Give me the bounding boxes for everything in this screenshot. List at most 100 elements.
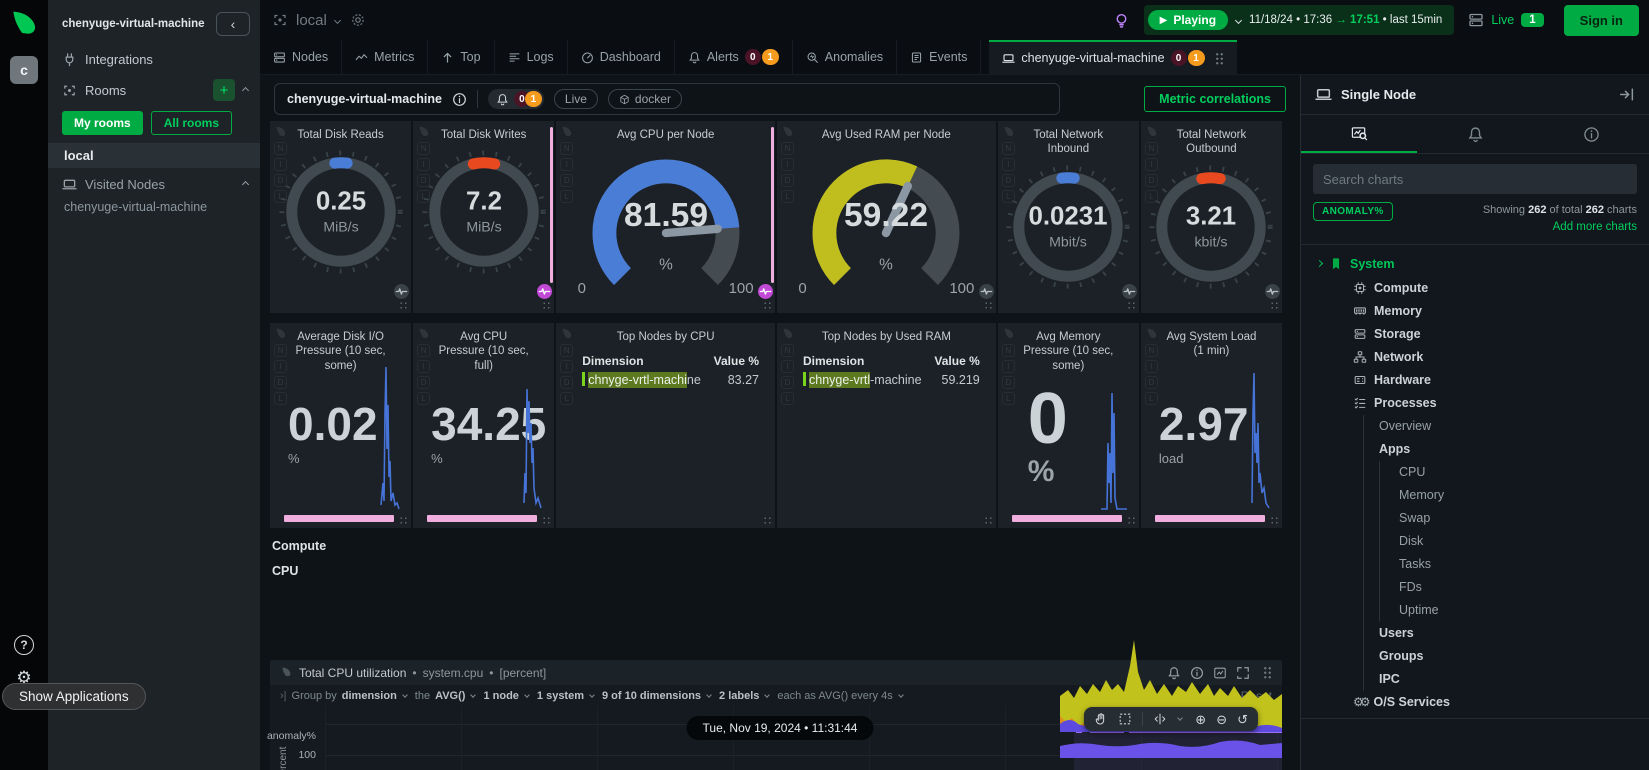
resize-handle-icon[interactable] <box>983 301 993 310</box>
each-as-dropdown[interactable]: each as AVG() every 4s <box>777 690 892 702</box>
node-alerts-pill[interactable]: 0 1 <box>487 89 544 109</box>
time-controls[interactable]: ▶ Playing 11/18/24 • 17:36 → 17:51 • las… <box>1143 5 1455 35</box>
resize-handle-icon[interactable] <box>399 301 409 310</box>
tree-item-overview[interactable]: Overview <box>1363 415 1649 438</box>
chart-card-avg-ram[interactable]: NIDL Avg Used RAM per Node 59.22 % 0 100 <box>777 121 996 313</box>
ring-gauge[interactable]: 0.0231 Mbit/s <box>1004 163 1132 291</box>
room-selector[interactable]: local <box>272 12 341 29</box>
chart-card-cpu-pressure[interactable]: NIDL Avg CPU Pressure (10 sec, full) 34.… <box>413 323 555 528</box>
aggregation-dropdown[interactable]: AVG() <box>435 690 465 702</box>
chart-card-network-outbound[interactable]: NIDL Total Network Outbound 3.21 kbit/s <box>1140 121 1282 313</box>
ring-gauge[interactable]: 0.25 MiB/s <box>277 148 405 276</box>
all-rooms-button[interactable]: All rooms <box>150 111 233 135</box>
help-icon[interactable]: ? <box>14 635 34 655</box>
tree-item-groups[interactable]: Groups <box>1363 645 1649 668</box>
nodes-dropdown[interactable]: 1 node <box>483 690 518 702</box>
sidebar-item-integrations[interactable]: Integrations <box>48 46 260 73</box>
cpu-utilization-chart[interactable]: Total CPU utilization • system.cpu • [pe… <box>267 640 1282 770</box>
my-rooms-button[interactable]: My rooms <box>62 111 143 135</box>
tab-dashboard[interactable]: Dashboard <box>568 40 675 74</box>
collapse-panel-icon[interactable] <box>1618 86 1635 103</box>
tree-item-apps-cpu[interactable]: CPU <box>1379 461 1649 484</box>
visited-node-item[interactable]: chenyuge-virtual-machine <box>48 196 260 218</box>
sign-in-button[interactable]: Sign in <box>1563 4 1639 36</box>
tree-item-system[interactable]: System <box>1301 251 1649 277</box>
tree-item-os-services[interactable]: ⚙⚙ O/S Services <box>1301 691 1649 714</box>
chart-card-memory-pressure[interactable]: NIDL Avg Memory Pressure (10 sec, some) … <box>997 323 1139 528</box>
tree-item-apps-disk[interactable]: Disk <box>1379 530 1649 553</box>
tree-item-compute[interactable]: Compute <box>1301 277 1649 300</box>
resize-handle-icon[interactable] <box>983 516 993 525</box>
zoom-in-icon[interactable]: ⊕ <box>1195 713 1206 726</box>
tab-metrics[interactable]: Metrics <box>342 40 429 74</box>
tab-nodes[interactable]: Nodes <box>260 40 343 74</box>
anomaly-rate-icon[interactable] <box>394 284 410 299</box>
chart-card-system-load[interactable]: NIDL Avg System Load (1 min) 2.97 load <box>1140 323 1282 528</box>
tab-charts[interactable] <box>1301 115 1417 153</box>
anomaly-rate-icon[interactable] <box>1121 284 1137 299</box>
table-row[interactable]: chnyge-vrtl-machine 83.27 <box>582 372 759 389</box>
node-info-icon[interactable] <box>452 92 467 107</box>
tree-item-apps-fds[interactable]: FDs <box>1379 576 1649 599</box>
netdata-logo-icon[interactable] <box>9 8 39 38</box>
pan-hand-icon[interactable] <box>1094 712 1108 726</box>
plot-toolbar[interactable]: ⊕ ⊖ ↺ <box>1084 707 1258 731</box>
tree-item-memory[interactable]: Memory <box>1301 300 1649 323</box>
cpu-gauge[interactable]: 81.59 % <box>582 146 750 292</box>
chart-card-network-inbound[interactable]: NIDL Total Network Inbound 0.0231 Mbit/s <box>997 121 1139 313</box>
chart-card-total-disk-reads[interactable]: NIDL Total Disk Reads 0.25 MiB/s <box>270 121 412 313</box>
tab-events[interactable]: Events <box>897 40 982 74</box>
space-chip[interactable]: c <box>10 56 38 84</box>
resize-handle-icon[interactable] <box>1270 516 1279 525</box>
labels-dropdown[interactable]: 2 labels <box>719 690 759 702</box>
add-room-button[interactable]: + <box>213 79 235 101</box>
tree-item-users[interactable]: Users <box>1363 622 1649 645</box>
tree-item-apps-swap[interactable]: Swap <box>1379 507 1649 530</box>
resize-handle-icon[interactable] <box>763 516 772 525</box>
select-area-icon[interactable] <box>1118 712 1132 726</box>
tree-item-ipc[interactable]: IPC <box>1363 668 1649 691</box>
tree-item-apps[interactable]: Apps <box>1363 438 1649 461</box>
tree-item-network[interactable]: Network <box>1301 346 1649 369</box>
resize-handle-icon[interactable] <box>542 301 552 310</box>
tab-anomalies[interactable]: Anomalies <box>793 40 898 74</box>
visited-nodes-chevron-icon[interactable] <box>241 180 250 189</box>
room-item-local[interactable]: local <box>48 143 260 168</box>
chart-card-disk-io-pressure[interactable]: NIDL Average Disk I/O Pressure (10 sec, … <box>270 323 412 528</box>
groupby-dropdown[interactable]: dimension <box>342 690 397 702</box>
visited-nodes-header[interactable]: Visited Nodes <box>48 168 260 196</box>
sidebar-item-rooms[interactable]: Rooms + <box>48 73 260 107</box>
ring-gauge[interactable]: 3.21 kbit/s <box>1147 163 1275 291</box>
tab-info-panel[interactable] <box>1533 115 1649 153</box>
zoom-out-icon[interactable]: ⊖ <box>1216 713 1227 726</box>
resize-handle-icon[interactable] <box>542 516 552 525</box>
anomaly-rate-icon[interactable] <box>978 284 994 299</box>
tree-item-apps-tasks[interactable]: Tasks <box>1379 553 1649 576</box>
sidebar-collapse-button[interactable]: ‹ <box>216 12 250 36</box>
table-row[interactable]: chnyge-vrtl-machine 59.219 <box>803 372 980 389</box>
chart-card-top-nodes-cpu[interactable]: NIDL Top Nodes by CPU Dimension Value % c… <box>556 323 775 528</box>
dimensions-dropdown[interactable]: 9 of 10 dimensions <box>602 690 701 702</box>
resize-handle-icon[interactable] <box>763 301 772 310</box>
metric-correlations-button[interactable]: Metric correlations <box>1144 86 1286 112</box>
tab-alerts[interactable]: Alerts 0 1 <box>675 40 793 74</box>
ram-gauge[interactable]: 59.22 % <box>802 146 970 292</box>
room-settings-gear-icon[interactable] <box>350 12 366 28</box>
tab-logs[interactable]: Logs <box>495 40 568 74</box>
chart-card-avg-cpu[interactable]: NIDL Avg CPU per Node 81.59 % 0 100 <box>556 121 775 313</box>
tree-item-processes[interactable]: Processes <box>1301 392 1649 415</box>
resize-handle-icon[interactable] <box>1126 516 1136 525</box>
search-charts-input[interactable] <box>1313 164 1637 194</box>
anomaly-rate-icon[interactable] <box>537 284 553 299</box>
docker-pill[interactable]: docker <box>607 89 682 109</box>
tree-item-hardware[interactable]: Hardware <box>1301 369 1649 392</box>
playing-dropdown-chevron-icon[interactable] <box>1234 16 1243 24</box>
anomaly-rate-icon[interactable] <box>1265 284 1280 299</box>
reset-zoom-icon[interactable]: ↺ <box>1237 713 1248 726</box>
anomaly-rate-icon[interactable] <box>758 284 773 299</box>
tab-drag-handle-icon[interactable] <box>1214 51 1224 65</box>
tree-item-containers-vms[interactable]: Containers & VMs <box>1301 723 1649 727</box>
tab-top[interactable]: Top <box>428 40 495 74</box>
date-range[interactable]: 11/18/24 • 17:36 → 17:51 • last 15min <box>1249 14 1442 26</box>
add-more-charts-link[interactable]: Add more charts <box>1483 219 1637 236</box>
